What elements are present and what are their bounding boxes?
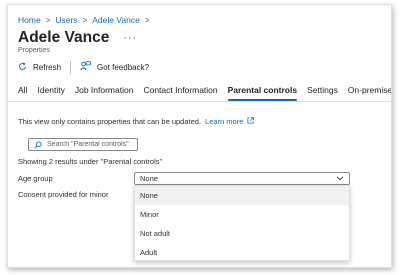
option-minor[interactable]: Minor: [135, 205, 349, 224]
feedback-button[interactable]: Got feedback?: [80, 61, 149, 73]
chevron-down-icon: [336, 174, 344, 184]
tab-contact-information[interactable]: Contact Information: [143, 83, 217, 101]
title-row: Adele Vance ···: [18, 29, 137, 47]
breadcrumb-users[interactable]: Users: [55, 15, 77, 25]
tab-divider: [8, 101, 391, 102]
search-icon: [34, 136, 42, 154]
refresh-icon: [18, 61, 27, 73]
external-link-icon[interactable]: [247, 117, 255, 126]
properties-panel: Home > Users > Adele Vance > Adele Vance…: [7, 4, 392, 268]
breadcrumb: Home > Users > Adele Vance >: [18, 15, 149, 25]
option-adult[interactable]: Adult: [135, 243, 349, 262]
breadcrumb-adele-vance[interactable]: Adele Vance: [92, 15, 140, 25]
age-group-select[interactable]: None: [134, 172, 350, 185]
refresh-button[interactable]: Refresh: [18, 61, 62, 73]
refresh-label: Refresh: [33, 62, 62, 72]
tab-on-premises[interactable]: On-premises: [348, 83, 391, 101]
page-title: Adele Vance: [18, 29, 110, 46]
breadcrumb-separator: >: [144, 15, 150, 25]
results-count: Showing 2 results under "Parental contro…: [18, 157, 163, 166]
update-notice: This view only contains properties that …: [18, 117, 255, 126]
consent-label: Consent provided for minor: [18, 190, 109, 199]
search-box[interactable]: [28, 138, 138, 151]
search-input[interactable]: [47, 141, 132, 148]
toolbar-divider: [70, 60, 72, 74]
age-group-dropdown: None Minor Not adult Adult: [134, 185, 350, 261]
tab-job-information[interactable]: Job Information: [75, 83, 134, 101]
page-subtitle: Properties: [18, 47, 50, 54]
breadcrumb-separator: >: [45, 15, 51, 25]
age-group-value: None: [140, 174, 158, 183]
feedback-label: Got feedback?: [97, 62, 150, 72]
tab-identity[interactable]: Identity: [37, 83, 64, 101]
tab-bar: All Identity Job Information Contact Inf…: [8, 83, 391, 101]
option-not-adult[interactable]: Not adult: [135, 224, 349, 243]
breadcrumb-home[interactable]: Home: [18, 15, 41, 25]
tab-parental-controls[interactable]: Parental controls: [227, 83, 298, 101]
toolbar: Refresh Got feedback?: [18, 58, 149, 76]
notice-text: This view only contains properties that …: [18, 117, 202, 126]
tab-all[interactable]: All: [18, 83, 27, 101]
age-group-label: Age group: [18, 174, 53, 183]
learn-more-link[interactable]: Learn more: [205, 117, 243, 126]
more-options-button[interactable]: ···: [123, 32, 137, 44]
tab-settings[interactable]: Settings: [307, 83, 338, 101]
option-none[interactable]: None: [135, 186, 349, 205]
breadcrumb-separator: >: [82, 15, 88, 25]
feedback-icon: [80, 61, 91, 73]
